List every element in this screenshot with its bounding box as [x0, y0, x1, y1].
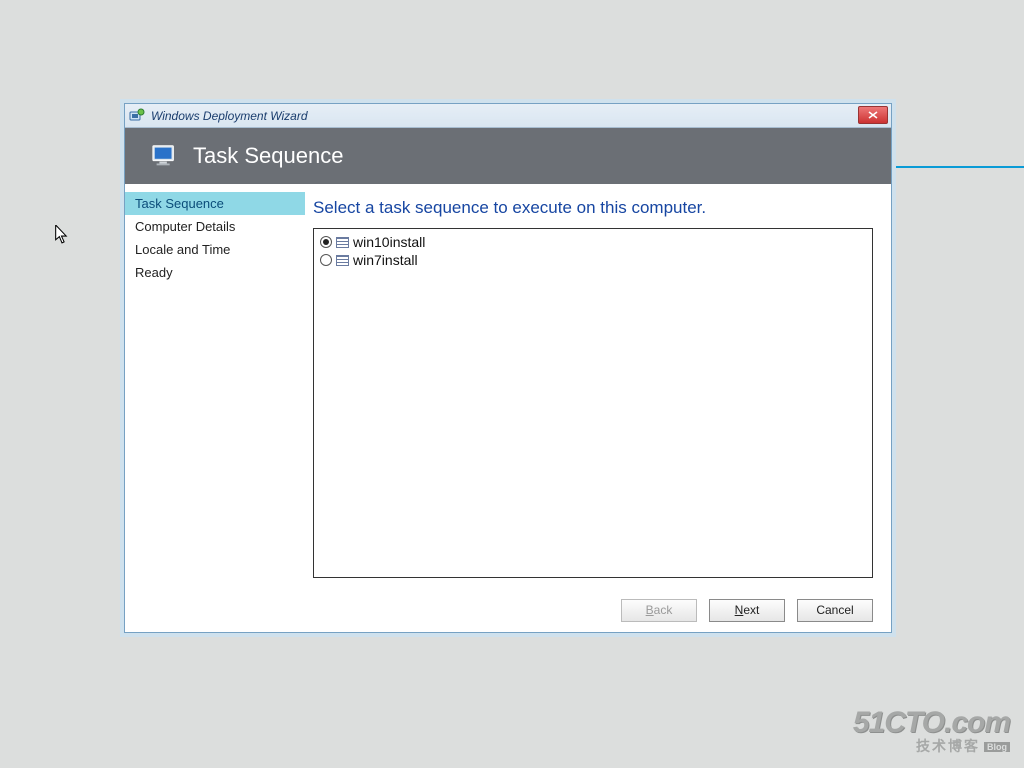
sidebar-item-task-sequence[interactable]: Task Sequence — [125, 192, 305, 215]
monitor-icon — [151, 144, 179, 168]
task-sequence-list[interactable]: win10install win7install — [313, 228, 873, 578]
radio-icon[interactable] — [320, 254, 332, 266]
sidebar-item-computer-details[interactable]: Computer Details — [125, 215, 305, 238]
cancel-button[interactable]: Cancel — [797, 599, 873, 622]
wizard-main: Select a task sequence to execute on thi… — [305, 184, 891, 588]
cancel-label: Cancel — [816, 603, 853, 617]
option-win7install[interactable]: win7install — [320, 251, 866, 269]
wizard-body: Task Sequence Computer Details Locale an… — [125, 184, 891, 588]
cursor-icon — [55, 225, 71, 247]
wizard-sidebar: Task Sequence Computer Details Locale an… — [125, 184, 305, 588]
watermark-main: 51CTO.com — [853, 706, 1010, 739]
instruction-text: Select a task sequence to execute on thi… — [313, 198, 873, 218]
back-button: Back — [621, 599, 697, 622]
titlebar[interactable]: Windows Deployment Wizard — [125, 104, 891, 128]
next-label: ext — [743, 603, 759, 617]
task-icon — [336, 237, 349, 248]
wizard-window: Windows Deployment Wizard Task Sequence … — [124, 103, 892, 633]
back-label: ack — [654, 603, 673, 617]
close-button[interactable] — [858, 106, 888, 124]
accent-line — [890, 166, 1024, 168]
radio-icon[interactable] — [320, 236, 332, 248]
page-title: Task Sequence — [193, 143, 343, 169]
watermark: 51CTO.com 技术博客 Blog — [853, 706, 1010, 754]
task-icon — [336, 255, 349, 266]
option-label: win7install — [353, 252, 418, 268]
watermark-sub-text: 技术博客 — [916, 738, 980, 754]
sidebar-item-locale-and-time[interactable]: Locale and Time — [125, 238, 305, 261]
option-win10install[interactable]: win10install — [320, 233, 866, 251]
wizard-footer: Back Next Cancel — [125, 588, 891, 632]
watermark-sub: 技术博客 Blog — [853, 739, 1010, 754]
watermark-blog: Blog — [984, 742, 1010, 752]
wizard-header: Task Sequence — [125, 128, 891, 184]
option-label: win10install — [353, 234, 425, 250]
next-button[interactable]: Next — [709, 599, 785, 622]
app-icon — [129, 108, 145, 124]
window-title: Windows Deployment Wizard — [151, 109, 308, 123]
sidebar-item-ready[interactable]: Ready — [125, 261, 305, 284]
